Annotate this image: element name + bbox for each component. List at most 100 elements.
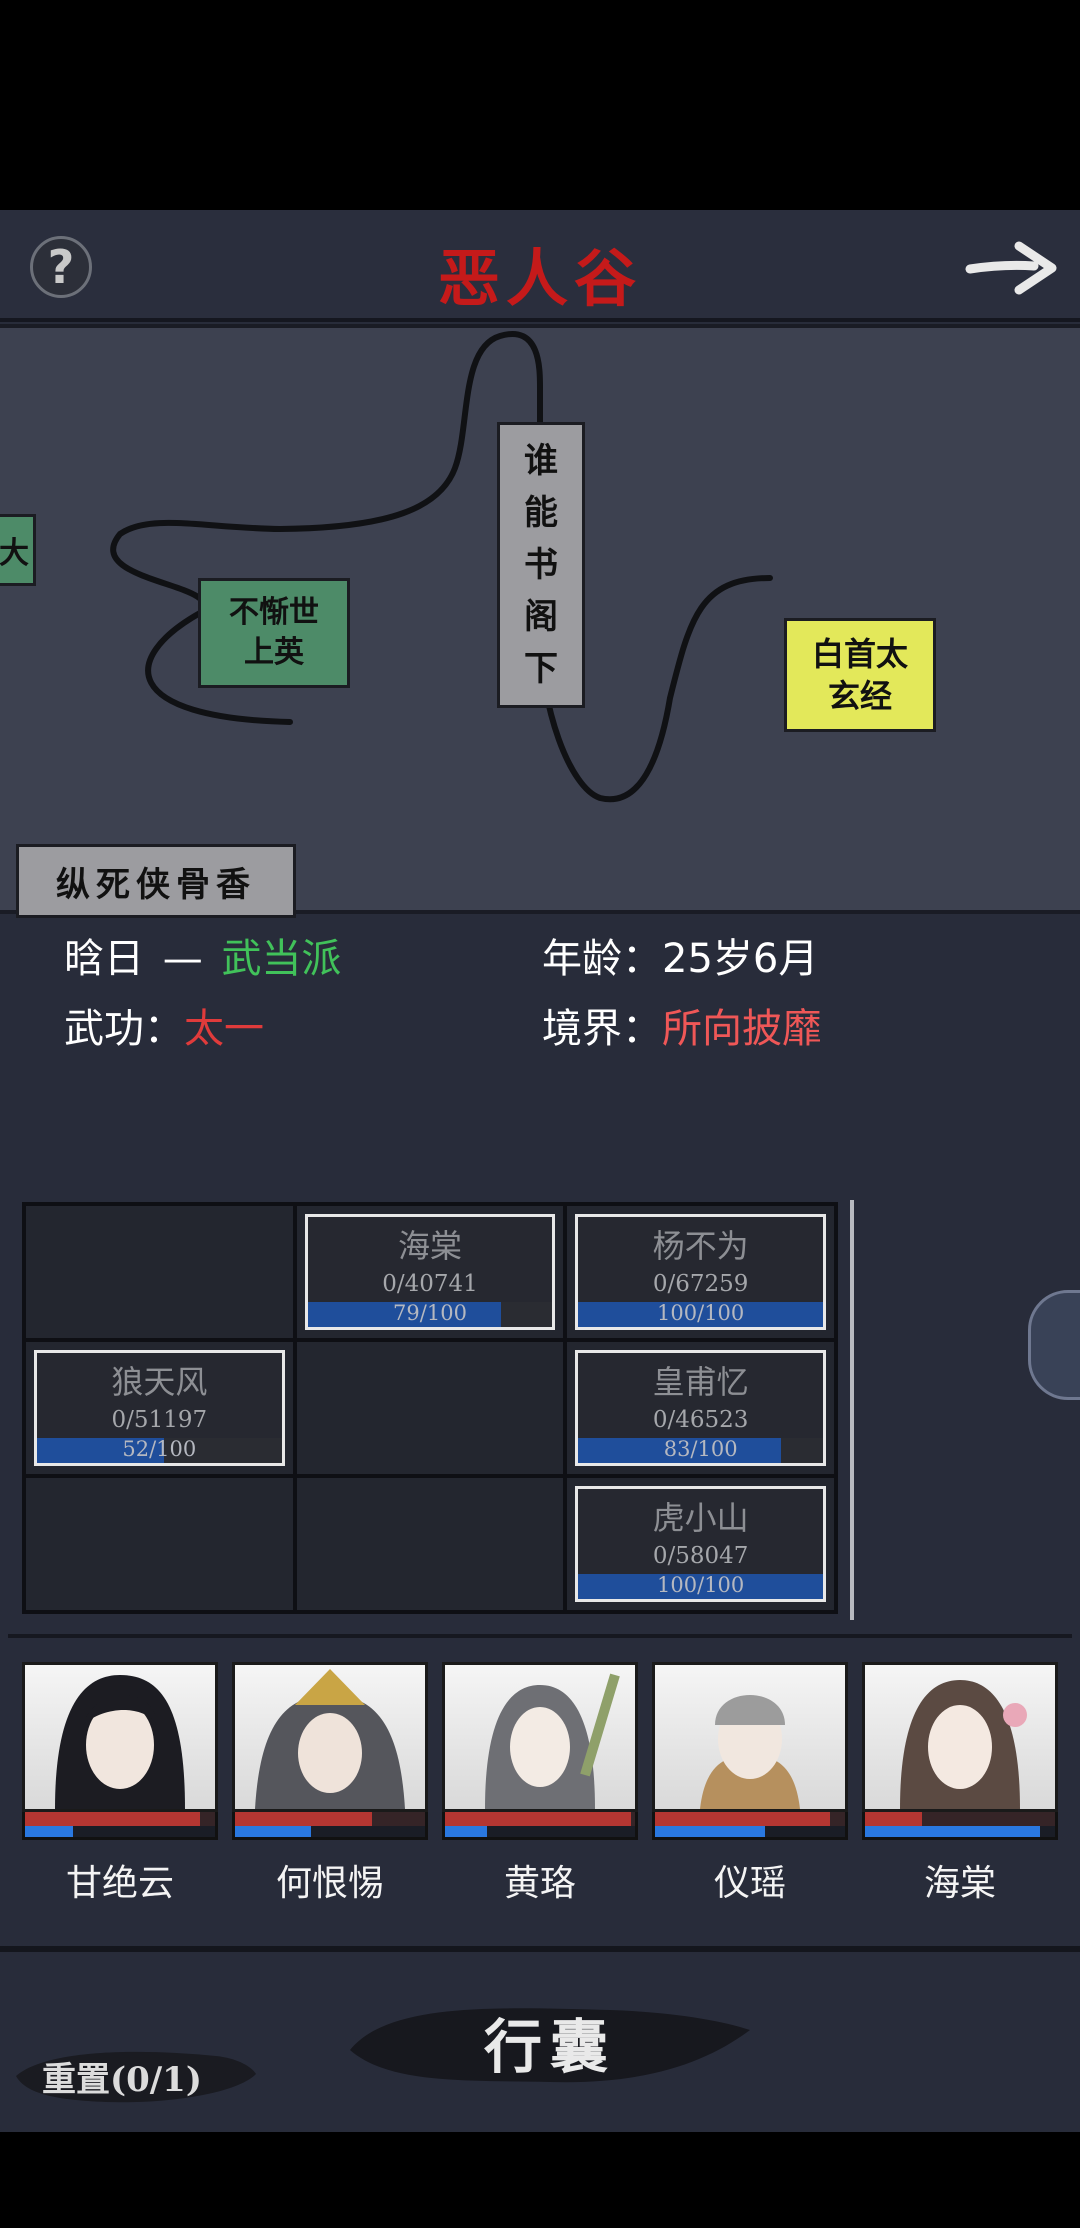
party-member-name: 何恨惕 (275, 1863, 384, 1904)
hp-fill (25, 1812, 200, 1826)
portrait-figure-icon (485, 1673, 620, 1809)
disciple-exp: 0/51197 (111, 1407, 208, 1433)
disciple-progress-bar: 100/100 (578, 1573, 823, 1599)
mp-bar (22, 1826, 218, 1840)
hp-bar (652, 1812, 848, 1826)
map-node-label: 大 (0, 536, 29, 571)
disciple-progress-bar: 79/100 (307, 1301, 553, 1327)
map-node-label: 白首太玄经 (811, 635, 908, 715)
reset-button[interactable]: 重置(0/1) (16, 2042, 256, 2108)
map-node-xiagu[interactable]: 纵死侠骨香 (16, 844, 296, 918)
disciple-card[interactable]: 海棠 0/40741 79/100 (304, 1214, 556, 1330)
hp-fill (865, 1812, 922, 1826)
avatar (442, 1662, 638, 1812)
disciple-card[interactable]: 狼天风 0/51197 52/100 (34, 1350, 285, 1466)
grid-cell-empty[interactable] (24, 1476, 295, 1612)
portrait-figure-icon (255, 1669, 405, 1809)
hp-bar (442, 1812, 638, 1826)
grid-scrollbar[interactable] (850, 1200, 854, 1620)
skill-label: 武功： (64, 1006, 184, 1052)
grid-cell: 杨不为 0/67259 100/100 (565, 1204, 836, 1340)
section-divider (8, 1634, 1072, 1638)
grid-cell: 虎小山 0/58047 100/100 (565, 1476, 836, 1612)
footer-divider (0, 1946, 1080, 1952)
mp-fill (235, 1826, 311, 1837)
age-value: 25岁6月 (662, 936, 819, 982)
disciple-card[interactable]: 虎小山 0/58047 100/100 (575, 1486, 826, 1602)
mp-bar (652, 1826, 848, 1840)
hp-fill (235, 1812, 372, 1826)
character-name-line: 晗日 — 武当派 (64, 926, 341, 984)
map-node-label: 纵死侠骨香 (56, 864, 256, 905)
disciple-card[interactable]: 杨不为 0/67259 100/100 (575, 1214, 826, 1330)
portrait-figure-icon (900, 1680, 1027, 1809)
disciple-progress-text: 83/100 (663, 1437, 738, 1461)
party-member-name: 甘绝云 (65, 1863, 174, 1904)
skill-value: 太一 (184, 1006, 264, 1052)
party-member[interactable]: 海棠 (862, 1662, 1058, 1906)
mp-bar (862, 1826, 1058, 1840)
book-side-tab[interactable] (1028, 1290, 1080, 1400)
page-title: 恶人谷 (437, 242, 642, 315)
grid-cell-empty[interactable] (294, 1340, 566, 1476)
disciple-progress-bar: 83/100 (578, 1437, 823, 1463)
inventory-button[interactable]: 行囊 (350, 1990, 750, 2100)
arrow-right-icon[interactable] (964, 238, 1060, 298)
party-member[interactable]: 甘绝云 (22, 1662, 218, 1906)
party-member-name: 仪瑶 (713, 1863, 786, 1904)
map-node-label: 不惭世上英 (229, 595, 319, 670)
realm-line: 境界：所向披靡 (542, 996, 822, 1054)
grid-cell-empty[interactable] (294, 1476, 566, 1612)
hp-bar (232, 1812, 428, 1826)
party-bar: 甘绝云 何恨惕 黄珞 仪瑶 海棠 (22, 1662, 1062, 1904)
disciple-progress-bar: 100/100 (578, 1301, 823, 1327)
character-sect: 武当派 (221, 936, 342, 982)
character-info: 晗日 — 武当派 年龄：25岁6月 武功：太一 境界：所向披靡 (0, 918, 1080, 1052)
hp-bar (22, 1812, 218, 1826)
mp-fill (655, 1826, 766, 1837)
disciple-grid: 海棠 0/40741 79/100 杨不为 0/67259 100/100 狼天… (22, 1202, 838, 1614)
character-name: 晗日 (64, 936, 144, 982)
avatar (862, 1662, 1058, 1812)
party-member[interactable]: 何恨惕 (232, 1662, 428, 1906)
party-member[interactable]: 黄珞 (442, 1662, 638, 1906)
disciple-name: 杨不为 (652, 1227, 749, 1265)
game-screen: ? 恶人谷 大 不惭世上英 谁能书阁下 白首太玄经 纵死侠骨香 晗日 — 武当派… (0, 210, 1080, 2132)
realm-label: 境界： (542, 1006, 662, 1052)
map-node-bucan[interactable]: 不惭世上英 (198, 578, 350, 688)
party-member-name: 海棠 (923, 1863, 996, 1904)
avatar (22, 1662, 218, 1812)
mp-fill (25, 1826, 73, 1837)
grid-cell-empty[interactable] (24, 1204, 295, 1340)
mp-fill (445, 1826, 487, 1837)
mp-bar (232, 1826, 428, 1840)
grid-cell: 皇甫忆 0/46523 83/100 (565, 1340, 836, 1476)
disciple-progress-bar: 52/100 (37, 1437, 282, 1463)
hp-fill (445, 1812, 632, 1826)
party-member-name: 黄珞 (503, 1863, 576, 1904)
age-label: 年龄： (542, 936, 662, 982)
disciple-name: 虎小山 (652, 1499, 749, 1537)
disciple-progress-text: 100/100 (657, 1573, 745, 1597)
disciple-progress-text: 79/100 (393, 1301, 467, 1325)
map-node-taixuan[interactable]: 白首太玄经 (784, 618, 936, 732)
disciple-progress-text: 100/100 (657, 1301, 745, 1325)
realm-value: 所向披靡 (662, 1006, 822, 1052)
disciple-name: 狼天风 (111, 1363, 208, 1401)
header-bar: ? 恶人谷 (0, 210, 1080, 322)
disciple-exp: 0/46523 (652, 1407, 749, 1433)
skill-path-map: 大 不惭世上英 谁能书阁下 白首太玄经 纵死侠骨香 (0, 324, 1080, 918)
grid-cell: 狼天风 0/51197 52/100 (24, 1340, 295, 1476)
hp-bar (862, 1812, 1058, 1826)
disciple-progress-text: 52/100 (122, 1437, 197, 1461)
map-node-shuige[interactable]: 谁能书阁下 (497, 422, 585, 708)
avatar (652, 1662, 848, 1812)
disciple-card[interactable]: 皇甫忆 0/46523 83/100 (575, 1350, 826, 1466)
disciple-exp: 0/58047 (652, 1543, 749, 1569)
map-node-partial[interactable]: 大 (0, 514, 36, 586)
map-node-label: 谁能书阁下 (524, 441, 558, 689)
party-member[interactable]: 仪瑶 (652, 1662, 848, 1906)
portrait-figure-icon (700, 1695, 800, 1809)
reset-label: 重置(0/1) (42, 2060, 202, 2100)
disciple-exp: 0/67259 (652, 1271, 749, 1297)
